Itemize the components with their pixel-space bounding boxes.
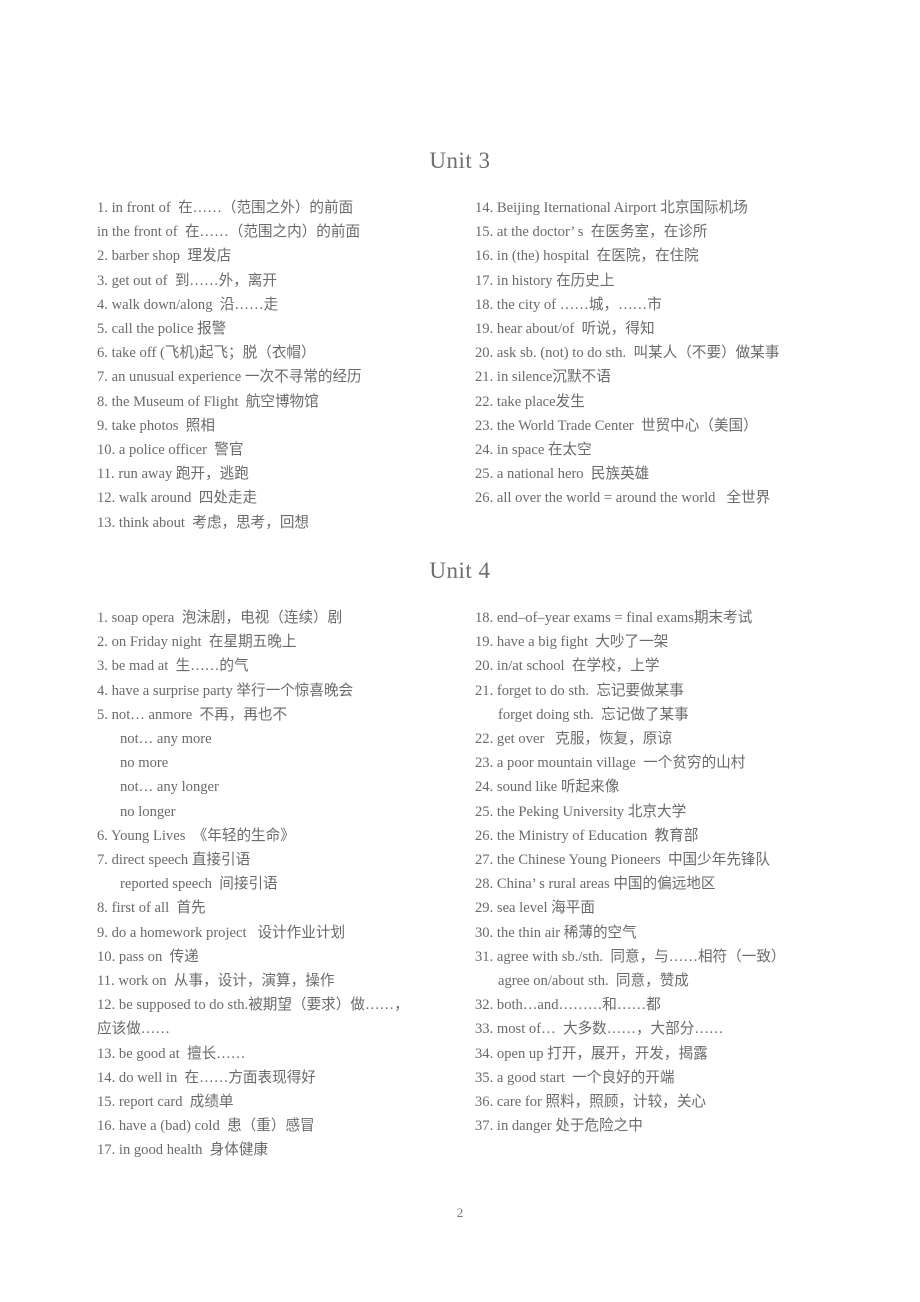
- phrase-entry: 32. both…and………和……都: [475, 997, 661, 1014]
- phrase-entry: 1. soap opera 泡沫剧，电视（连续）剧: [97, 610, 343, 626]
- unit-4-columns: 1. soap opera 泡沫剧，电视（连续）剧 2. on Friday ni…: [0, 606, 920, 1166]
- phrase-entry: 6. take off (飞机)起飞；脱（衣帽）: [97, 345, 316, 362]
- phrase-entry: 25. the Peking University 北京大学: [475, 803, 687, 820]
- phrase-entry: 15. report card 成绩单: [97, 1094, 234, 1111]
- phrase-entry: 20. ask sb. (not) to do sth. 叫某人（不要）做某事: [475, 345, 780, 362]
- unit-4-left-column: 1. soap opera 泡沫剧，电视（连续）剧 2. on Friday ni…: [97, 606, 469, 1163]
- unit-4-right-column: 18. end–of–year exams = final exams期末考试 1…: [475, 606, 855, 1138]
- phrase-entry: 36. care for 照料，照顾，计较，关心: [475, 1094, 707, 1111]
- phrase-entry: 5. call the police 报警: [97, 321, 227, 338]
- phrase-entry: 25. a national hero 民族英雄: [475, 466, 650, 483]
- phrase-entry: 26. all over the world = around the worl…: [475, 490, 771, 507]
- phrase-entry-continuation: in the front of 在……（范围之内）的前面: [97, 224, 361, 241]
- phrase-entry: 5. not… anmore 不再，再也不: [97, 706, 288, 723]
- phrase-entry: 7. an unusual experience 一次不寻常的经历: [97, 369, 362, 386]
- phrase-entry: 2. on Friday night 在星期五晚上: [97, 634, 297, 651]
- phrase-entry: 22. get over 克服，恢复，原谅: [475, 731, 672, 748]
- phrase-entry: 16. have a (bad) cold 患（重）感冒: [97, 1118, 315, 1135]
- page-number: 2: [456, 1205, 464, 1220]
- phrase-entry-continuation: no longer: [120, 803, 176, 820]
- phrase-entry: 12. walk around 四处走走: [97, 490, 258, 507]
- phrase-entry: 33. most of… 大多数……，大部分……: [475, 1021, 724, 1038]
- phrase-entry: 19. have a big fight 大吵了一架: [475, 634, 669, 651]
- phrase-entry: 13. be good at 擅长……: [97, 1045, 246, 1062]
- phrase-entry: 21. forget to do sth. 忘记要做某事: [475, 682, 684, 699]
- phrase-entry: 18. the city of ……城，……市: [475, 296, 662, 313]
- phrase-entry: 16. in (the) hospital 在医院，在住院: [475, 248, 699, 265]
- phrase-entry: 31. agree with sb./sth. 同意，与……相符（一致）: [475, 948, 786, 965]
- phrase-entry: 8. first of all 首先: [97, 900, 206, 917]
- phrase-entry: 19. hear about/of 听说，得知: [475, 321, 655, 338]
- phrase-entry: 18. end–of–year exams = final exams期末考试: [475, 610, 753, 626]
- phrase-entry: 4. walk down/along 沿……走: [97, 296, 279, 313]
- phrase-entry: 22. take place发生: [475, 393, 585, 410]
- phrase-entry-continuation: forget doing sth. 忘记做了某事: [498, 706, 689, 723]
- unit-4-heading: Unit 4: [429, 558, 491, 583]
- phrase-entry: 2. barber shop 理发店: [97, 248, 232, 265]
- phrase-entry: 15. at the doctor’ s 在医务室，在诊所: [475, 224, 708, 241]
- phrase-entry-continuation: agree on/about sth. 同意，赞成: [498, 973, 689, 990]
- phrase-entry: 3. get out of 到……外，离开: [97, 272, 277, 289]
- phrase-entry: 4. have a surprise party 举行一个惊喜晚会: [97, 682, 354, 699]
- phrase-entry: 11. work on 从事，设计，演算，操作: [97, 973, 335, 990]
- phrase-entry: 14. do well in 在……方面表现得好: [97, 1069, 316, 1086]
- phrase-entry: 10. a police officer 警官: [97, 442, 244, 459]
- unit-3-right-column: 14. Beijing Iternational Airport 北京国际机场 1…: [475, 196, 855, 511]
- phrase-entry: 11. run away 跑开，逃跑: [97, 466, 249, 483]
- phrase-entry: 8. the Museum of Flight 航空博物馆: [97, 393, 319, 410]
- phrase-entry: 9. take photos 照相: [97, 417, 215, 434]
- phrase-entry: 23. a poor mountain village 一个贫穷的山村: [475, 755, 746, 772]
- phrase-entry: 24. in space 在太空: [475, 442, 592, 459]
- phrase-entry: 9. do a homework project 设计作业计划: [97, 924, 346, 941]
- phrase-entry: 35. a good start 一个良好的开端: [475, 1069, 675, 1086]
- phrase-entry: 13. think about 考虑，思考，回想: [97, 514, 310, 531]
- phrase-entry: 14. Beijing Iternational Airport 北京国际机场: [475, 200, 748, 216]
- phrase-entry: 24. sound like 听起来像: [475, 779, 620, 796]
- phrase-entry: 17. in history 在历史上: [475, 272, 615, 289]
- phrase-entry-continuation: not… any longer: [120, 779, 219, 796]
- phrase-entry: 27. the Chinese Young Pioneers 中国少年先锋队: [475, 852, 771, 869]
- phrase-entry: 10. pass on 传递: [97, 948, 199, 965]
- phrase-entry-continuation: 应该做……: [97, 1021, 170, 1038]
- phrase-entry: 20. in/at school 在学校，上学: [475, 658, 660, 675]
- phrase-entry: 23. the World Trade Center 世贸中心（美国）: [475, 417, 758, 434]
- phrase-entry: 28. China’ s rural areas 中国的偏远地区: [475, 876, 716, 893]
- phrase-entry: 37. in danger 处于危险之中: [475, 1118, 643, 1135]
- document-page: Unit 3 1. in front of 在……（范围之外）的前面 in the…: [0, 0, 920, 1302]
- phrase-entry: 26. the Ministry of Education 教育部: [475, 827, 699, 844]
- phrase-entry: 34. open up 打开，展开，开发，揭露: [475, 1045, 708, 1062]
- phrase-entry: 12. be supposed to do sth.被期望（要求）做……，: [97, 997, 409, 1014]
- phrase-entry: 1. in front of 在……（范围之外）的前面: [97, 200, 354, 216]
- phrase-entry: 3. be mad at 生……的气: [97, 658, 249, 675]
- phrase-entry-continuation: no more: [120, 755, 169, 772]
- phrase-entry: 21. in silence沉默不语: [475, 369, 611, 386]
- unit-3-heading: Unit 3: [429, 148, 491, 173]
- phrase-entry-continuation: reported speech 间接引语: [120, 876, 278, 893]
- phrase-entry: 7. direct speech 直接引语: [97, 852, 251, 869]
- unit-3-left-column: 1. in front of 在……（范围之外）的前面 in the front …: [97, 196, 469, 535]
- phrase-entry: 29. sea level 海平面: [475, 900, 595, 917]
- phrase-entry-continuation: not… any more: [120, 731, 212, 748]
- unit-3-columns: 1. in front of 在……（范围之外）的前面 in the front …: [0, 196, 920, 531]
- phrase-entry: 30. the thin air 稀薄的空气: [475, 924, 637, 941]
- phrase-entry: 6. Young Lives 《年轻的生命》: [97, 827, 295, 844]
- phrase-entry: 17. in good health 身体健康: [97, 1142, 269, 1159]
